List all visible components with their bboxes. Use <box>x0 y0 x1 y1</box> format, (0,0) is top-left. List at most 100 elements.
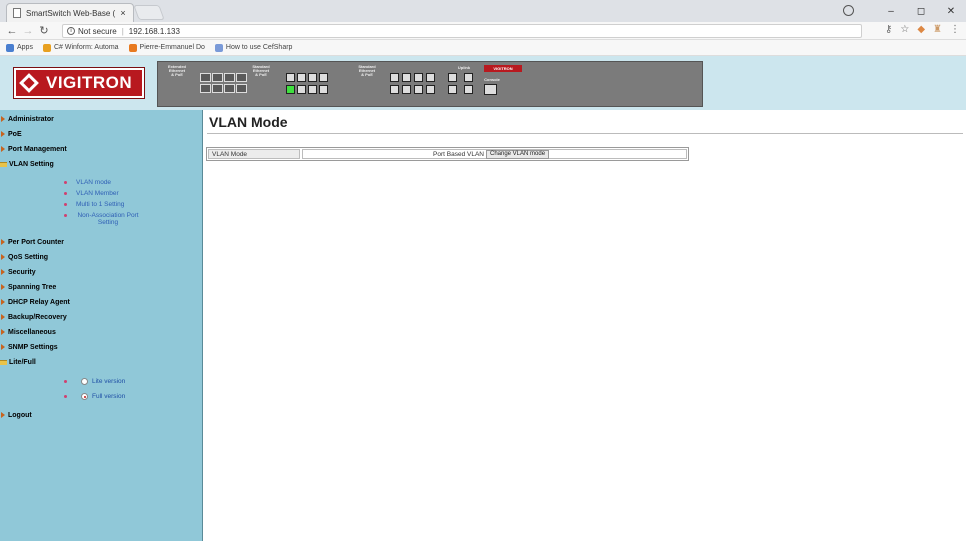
sidebar-item-logout[interactable]: Logout <box>0 409 32 421</box>
sidebar-item-label: Logout <box>8 411 32 419</box>
sidebar-item-label: Spanning Tree <box>8 283 57 291</box>
maximize-icon[interactable]: ◻ <box>906 6 936 17</box>
minimize-icon[interactable]: – <box>876 6 906 17</box>
bookmark-apps[interactable]: Apps <box>6 43 33 52</box>
panel-label-uplink: Uplink <box>454 66 474 70</box>
sidebar-item-spanning-tree[interactable]: Spanning Tree <box>0 281 56 293</box>
bullet-icon <box>64 192 67 195</box>
port[interactable] <box>308 85 317 94</box>
lite-version-option[interactable]: Lite version <box>64 378 125 385</box>
arrow-right-icon <box>1 344 5 350</box>
menu-icon[interactable]: ⋮ <box>950 24 960 35</box>
sidebar-item-label: Per Port Counter <box>8 238 65 246</box>
port[interactable] <box>200 73 211 82</box>
sidebar-item-miscellaneous[interactable]: Miscellaneous <box>0 326 56 338</box>
arrow-right-icon <box>1 116 5 122</box>
port[interactable] <box>402 85 411 94</box>
port[interactable] <box>200 84 211 93</box>
sidebar-item-qos-setting[interactable]: QoS Setting <box>0 251 48 263</box>
bookmark-cefsharp[interactable]: How to use CefSharp <box>214 43 292 52</box>
toolbar-actions: ⚷ ☆ ◆ ♜ ⋮ <box>885 24 960 35</box>
sidebar-item-snmp-settings[interactable]: SNMP Settings <box>0 341 58 353</box>
sidebar-item-security[interactable]: Security <box>0 266 36 278</box>
port[interactable] <box>319 73 328 82</box>
uplink-port[interactable] <box>448 85 457 94</box>
vigitron-logo: VIGITRON <box>13 67 145 99</box>
uplink-port[interactable] <box>464 85 473 94</box>
port[interactable] <box>224 84 235 93</box>
close-window-icon[interactable]: ✕ <box>936 6 966 17</box>
sidebar-item-label: Port Management <box>8 145 67 153</box>
address-bar[interactable]: i Not secure | 192.168.1.133 <box>62 24 862 38</box>
tab-close-icon[interactable]: × <box>117 8 129 18</box>
port[interactable] <box>212 73 223 82</box>
port[interactable] <box>390 73 399 82</box>
bookmark-label: C# Winform: Automa <box>53 44 119 51</box>
sidebar-item-lite-full[interactable]: Lite/Full <box>0 356 36 368</box>
tab-title: SmartSwitch Web-Base ( <box>26 8 116 18</box>
full-version-option[interactable]: Full version <box>64 393 125 400</box>
browser-tab[interactable]: SmartSwitch Web-Base ( × <box>6 3 134 22</box>
back-icon[interactable]: ← <box>4 25 20 37</box>
port[interactable] <box>236 84 247 93</box>
port[interactable] <box>414 85 423 94</box>
profile-icon[interactable] <box>843 5 854 16</box>
port[interactable] <box>212 84 223 93</box>
sidebar-item-administrator[interactable]: Administrator <box>0 113 54 125</box>
new-tab-button[interactable] <box>133 5 165 20</box>
port-active[interactable] <box>286 85 295 94</box>
port[interactable] <box>319 85 328 94</box>
bookmark-icon <box>42 43 51 52</box>
port[interactable] <box>308 73 317 82</box>
port[interactable] <box>426 85 435 94</box>
address-url: 192.168.1.133 <box>128 26 180 36</box>
extension-icon-2[interactable]: ♜ <box>933 24 942 35</box>
sidebar-item-dhcp-relay[interactable]: DHCP Relay Agent <box>0 296 70 308</box>
switch-front-panel: Extended Ethernet & PoE Standard Etherne… <box>157 61 703 107</box>
arrow-right-icon <box>1 269 5 275</box>
port[interactable] <box>286 73 295 82</box>
sidebar-item-port-management[interactable]: Port Management <box>0 143 67 155</box>
lite-version-radio[interactable] <box>81 378 88 385</box>
port[interactable] <box>414 73 423 82</box>
console-port[interactable] <box>484 84 497 95</box>
bookmark-winform[interactable]: C# Winform: Automa <box>42 43 119 52</box>
page-icon <box>13 8 21 18</box>
sidebar-item-per-port-counter[interactable]: Per Port Counter <box>0 236 64 248</box>
sidebar-subitem-vlan-mode[interactable]: VLAN mode <box>64 179 111 186</box>
port[interactable] <box>297 85 306 94</box>
sidebar-item-backup-recovery[interactable]: Backup/Recovery <box>0 311 67 323</box>
sidebar-subitem-non-association[interactable]: Non-Association Port Setting <box>64 212 140 226</box>
sidebar-subitem-label: Non-Association Port Setting <box>77 212 139 226</box>
arrow-right-icon <box>1 299 5 305</box>
forward-icon[interactable]: → <box>20 25 36 37</box>
change-vlan-mode-button[interactable]: Change VLAN mode <box>486 149 550 159</box>
port[interactable] <box>426 73 435 82</box>
port[interactable] <box>390 85 399 94</box>
sidebar-item-poe[interactable]: PoE <box>0 128 22 140</box>
sidebar-item-vlan-setting[interactable]: VLAN Setting <box>0 158 54 170</box>
sidebar-subitem-label: VLAN mode <box>76 179 112 186</box>
uplink-port[interactable] <box>464 73 473 82</box>
arrow-right-icon <box>1 284 5 290</box>
bookmark-icon <box>128 43 137 52</box>
panel-label-standard-1: Standard Ethernet & PoE <box>246 65 276 77</box>
key-icon[interactable]: ⚷ <box>885 24 892 35</box>
uplink-port[interactable] <box>448 73 457 82</box>
reload-icon[interactable]: ↻ <box>36 24 52 37</box>
full-version-radio[interactable] <box>81 393 88 400</box>
port[interactable] <box>297 73 306 82</box>
port[interactable] <box>224 73 235 82</box>
panel-label-standard-2: Standard Ethernet & PoE <box>352 65 382 77</box>
port[interactable] <box>402 73 411 82</box>
bookmark-pierre[interactable]: Pierre-Emmanuel Do <box>128 43 205 52</box>
sidebar-subitem-multi-to-1[interactable]: Multi to 1 Setting <box>64 201 124 208</box>
extension-icon[interactable]: ◆ <box>917 24 925 35</box>
info-icon[interactable]: i <box>67 27 75 35</box>
logo-text: VIGITRON <box>46 73 133 92</box>
arrow-right-icon <box>1 254 5 260</box>
panel-label-line: Console <box>484 77 500 82</box>
bookmark-star-icon[interactable]: ☆ <box>900 24 909 35</box>
page-title: VLAN Mode <box>209 114 288 130</box>
sidebar-subitem-vlan-member[interactable]: VLAN Member <box>64 190 119 197</box>
